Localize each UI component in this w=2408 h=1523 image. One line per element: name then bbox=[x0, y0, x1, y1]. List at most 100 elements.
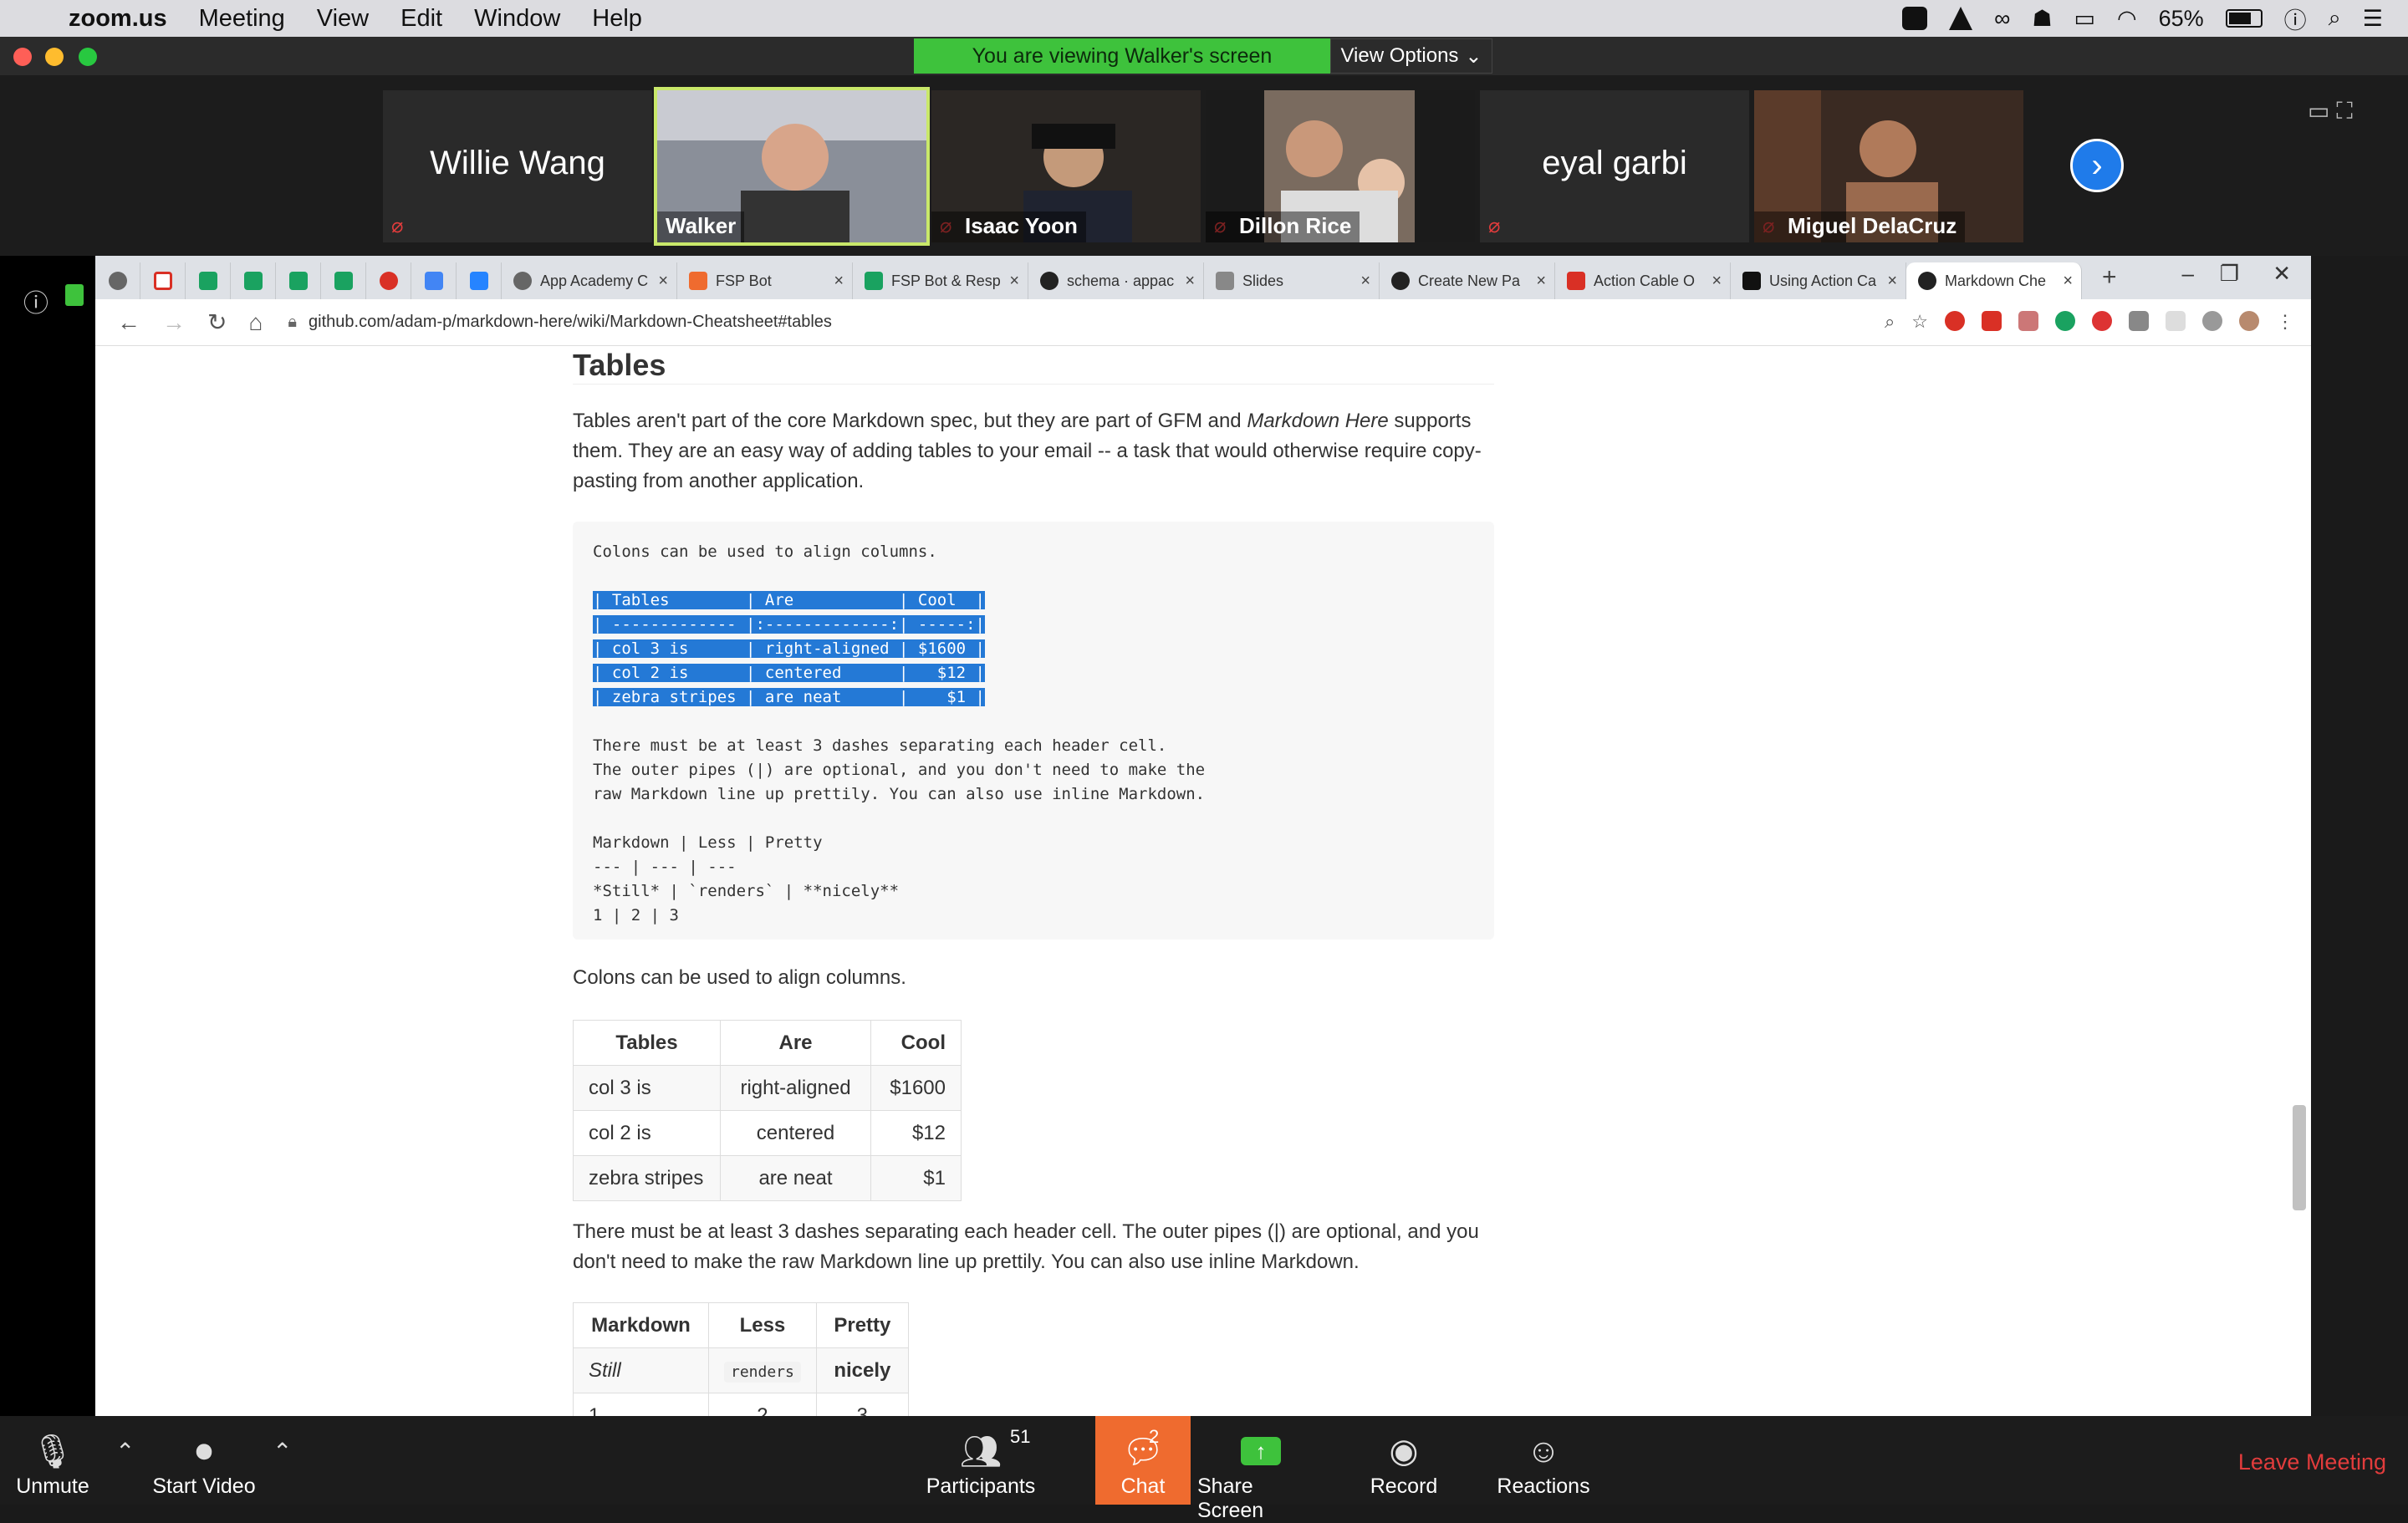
restore-icon[interactable]: ❐ bbox=[2220, 261, 2239, 287]
participants-count: 51 bbox=[1010, 1426, 1031, 1447]
code-line: Colons can be used to align columns. bbox=[593, 542, 937, 561]
leave-meeting-button[interactable]: Leave Meeting bbox=[2238, 1449, 2386, 1475]
back-icon[interactable]: ← bbox=[117, 309, 140, 336]
browser-tab[interactable]: Action Cable O × bbox=[1555, 262, 1731, 299]
extension-icon[interactable] bbox=[2166, 311, 2186, 331]
extension-icon[interactable] bbox=[2055, 311, 2075, 331]
close-tab-icon[interactable]: × bbox=[1009, 272, 1019, 291]
lock-icon[interactable] bbox=[65, 284, 84, 306]
next-page-button[interactable]: › bbox=[2070, 139, 2124, 192]
code-text[interactable]: Colons can be used to align columns. | T… bbox=[593, 540, 1205, 928]
medium-icon bbox=[1742, 272, 1761, 290]
audio-options-caret-icon[interactable]: ⌃ bbox=[115, 1438, 135, 1465]
globe-icon bbox=[513, 272, 532, 290]
home-icon[interactable]: ⌂ bbox=[248, 309, 263, 336]
control-center-icon[interactable]: ☰ bbox=[2363, 6, 2383, 32]
close-tab-icon[interactable]: × bbox=[1887, 272, 1897, 291]
menu-help[interactable]: Help bbox=[592, 5, 642, 33]
share-screen-button[interactable]: ↑ Share Screen bbox=[1197, 1428, 1324, 1523]
participant-tile[interactable]: Willie Wang ⌀ bbox=[383, 90, 652, 242]
elephant-icon[interactable]: ☗ bbox=[2032, 6, 2052, 32]
menu-view[interactable]: View bbox=[317, 5, 369, 33]
menu-window[interactable]: Window bbox=[474, 5, 560, 33]
participant-label: Dillon Rice bbox=[1206, 211, 1360, 242]
browser-tab[interactable]: FSP Bot & Resp × bbox=[853, 262, 1028, 299]
participant-tile[interactable]: ⌀ Dillon Rice bbox=[1206, 90, 1475, 242]
close-tab-icon[interactable]: × bbox=[1360, 272, 1370, 291]
code-block[interactable]: Colons can be used to align columns. | T… bbox=[573, 522, 1494, 940]
close-tab-icon[interactable]: × bbox=[658, 272, 668, 291]
pdf-icon[interactable] bbox=[2018, 311, 2038, 331]
search-icon[interactable]: ⌕ bbox=[2329, 5, 2341, 32]
bookmark-star-icon[interactable]: ☆ bbox=[1911, 311, 1928, 333]
chat-button[interactable]: 💬︎ Chat 2 bbox=[1095, 1416, 1191, 1505]
tab-pinned[interactable] bbox=[411, 262, 457, 299]
extension-icon[interactable] bbox=[1982, 311, 2002, 331]
browser-tab[interactable]: FSP Bot × bbox=[677, 262, 853, 299]
unmute-button[interactable]: 🎙︎ Unmute bbox=[16, 1428, 89, 1499]
participant-tile-active[interactable]: Walker bbox=[654, 87, 930, 246]
tab-pinned[interactable] bbox=[276, 262, 321, 299]
info-icon[interactable]: ⓘ bbox=[23, 283, 48, 319]
view-options-button[interactable]: View Options ⌄ bbox=[1330, 38, 1492, 74]
page-scrollbar[interactable] bbox=[2293, 354, 2308, 1416]
close-tab-icon[interactable]: × bbox=[1536, 272, 1546, 291]
new-tab-icon[interactable]: + bbox=[2102, 263, 2117, 292]
extension-icon[interactable] bbox=[2129, 311, 2149, 331]
start-video-button[interactable]: ⏺︎ Start Video bbox=[152, 1428, 256, 1499]
zoom-icon[interactable]: ⌕ bbox=[1885, 311, 1895, 333]
browser-tab[interactable]: Create New Pa × bbox=[1380, 262, 1555, 299]
participant-tile[interactable]: eyal garbi ⌀ bbox=[1480, 90, 1749, 242]
close-tab-icon[interactable]: × bbox=[1185, 272, 1195, 291]
table-cell: col 2 is bbox=[573, 1110, 721, 1156]
url-field[interactable]: 🔒︎ github.com/adam-p/markdown-here/wiki/M… bbox=[288, 313, 832, 332]
tab-pinned[interactable] bbox=[321, 262, 366, 299]
tab-pinned[interactable] bbox=[95, 262, 140, 299]
battery-icon[interactable] bbox=[2225, 9, 2263, 28]
close-icon[interactable]: ✕ bbox=[2273, 261, 2291, 287]
close-tab-icon[interactable]: × bbox=[1712, 272, 1722, 291]
participant-tile[interactable]: ⌀ Miguel DelaCruz bbox=[1754, 90, 2023, 242]
airplay-icon[interactable]: ▭ bbox=[2074, 6, 2096, 32]
minimize-icon[interactable]: – bbox=[2182, 261, 2194, 287]
browser-tab[interactable]: Using Action Ca × bbox=[1731, 262, 1906, 299]
video-options-caret-icon[interactable]: ⌃ bbox=[273, 1438, 292, 1465]
forward-icon[interactable]: → bbox=[162, 309, 186, 336]
zoom-status-icon[interactable] bbox=[1902, 7, 1928, 30]
layout-icon[interactable]: ▭ bbox=[2308, 98, 2329, 124]
vlc-icon[interactable] bbox=[1949, 7, 1973, 30]
code-line: 1 | 2 | 3 bbox=[593, 906, 679, 924]
close-window-icon[interactable] bbox=[13, 48, 32, 66]
scrollbar-thumb[interactable] bbox=[2293, 1105, 2306, 1210]
tab-pinned[interactable] bbox=[366, 262, 411, 299]
close-tab-icon[interactable]: × bbox=[2063, 272, 2073, 291]
participant-tile[interactable]: ⌀ Isaac Yoon bbox=[931, 90, 1201, 242]
reload-icon[interactable]: ↻ bbox=[207, 308, 227, 336]
minimize-window-icon[interactable] bbox=[45, 48, 64, 66]
tab-pinned[interactable] bbox=[140, 262, 186, 299]
browser-tab[interactable]: schema · appac × bbox=[1028, 262, 1204, 299]
maximize-window-icon[interactable] bbox=[79, 48, 97, 66]
browser-tab[interactable]: App Academy C × bbox=[502, 262, 677, 299]
browser-tab-active[interactable]: Markdown Che × bbox=[1906, 262, 2082, 299]
browser-tab[interactable]: Slides × bbox=[1204, 262, 1380, 299]
menu-edit[interactable]: Edit bbox=[400, 5, 442, 33]
extension-icon[interactable] bbox=[2202, 311, 2222, 331]
tab-pinned[interactable] bbox=[457, 262, 502, 299]
wifi-icon[interactable]: ◠ bbox=[2117, 6, 2137, 32]
menu-meeting[interactable]: Meeting bbox=[199, 5, 285, 33]
glasses-icon[interactable]: ∞ bbox=[1994, 6, 2010, 32]
reactions-button[interactable]: ☺ Reactions bbox=[1488, 1428, 1599, 1499]
fullscreen-icon[interactable]: ⛶ bbox=[2336, 98, 2353, 124]
tab-pinned[interactable] bbox=[231, 262, 276, 299]
close-tab-icon[interactable]: × bbox=[834, 272, 844, 291]
menu-app-name[interactable]: zoom.us bbox=[69, 5, 167, 33]
extension-icon[interactable] bbox=[2092, 311, 2112, 331]
profile-avatar[interactable] bbox=[2239, 311, 2259, 331]
adblock-icon[interactable] bbox=[1945, 311, 1965, 331]
menu-kebab-icon[interactable]: ⋮ bbox=[2276, 311, 2294, 333]
record-button[interactable]: ◉ Record bbox=[1360, 1428, 1448, 1499]
tab-pinned[interactable] bbox=[186, 262, 231, 299]
info-icon[interactable]: ⓘ bbox=[2284, 3, 2307, 35]
table-header: Cool bbox=[870, 1020, 962, 1066]
